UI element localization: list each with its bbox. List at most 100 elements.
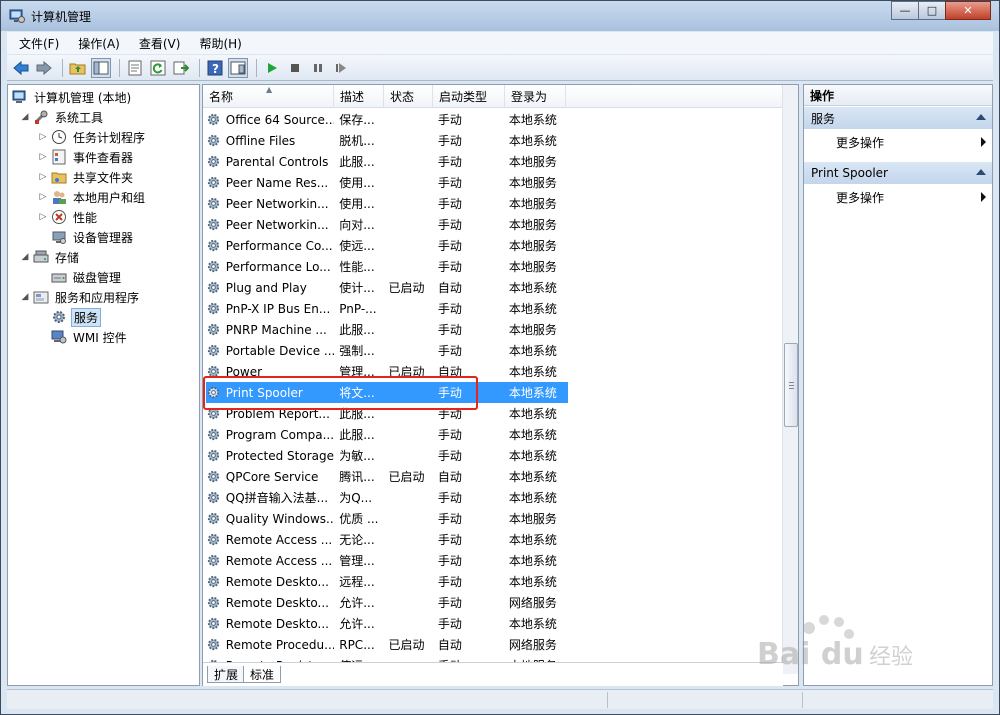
service-logon-as: 本地系统 (508, 365, 557, 379)
collapse-arrow-icon[interactable]: ◢ (20, 252, 30, 262)
table-row[interactable]: PnP-X IP Bus En... PnP-... 手动 本地系统 (206, 298, 568, 319)
maximize-button[interactable]: □ (918, 1, 946, 20)
table-row[interactable]: Program Compa... 此服... 手动 本地系统 (206, 424, 568, 445)
close-button[interactable]: ✕ (945, 1, 991, 20)
tree-node-local-users-groups[interactable]: ▷ 本地用户和组 (38, 187, 147, 207)
tree-node-task-scheduler[interactable]: ▷ 任务计划程序 (38, 127, 147, 147)
title-bar[interactable]: 计算机管理 — □ ✕ (1, 1, 999, 31)
service-gear-icon (206, 490, 222, 505)
service-logon-as: 本地系统 (508, 449, 557, 463)
service-logon-as: 本地系统 (508, 533, 557, 547)
table-row[interactable]: Performance Co... 使远... 手动 本地服务 (206, 235, 568, 256)
actions-group-print-spooler[interactable]: Print Spooler (804, 162, 992, 184)
tree-node-computer-management[interactable]: 计算机管理 (本地) (12, 87, 133, 107)
service-description: 此服... (339, 428, 375, 442)
table-row[interactable]: Remote Procedu... RPC... 已启动 自动 网络服务 (206, 634, 568, 655)
start-service-icon[interactable] (262, 58, 282, 78)
service-startup-type: 手动 (437, 533, 462, 547)
tree-node-services[interactable]: 服务 (51, 307, 102, 327)
up-folder-icon[interactable] (68, 58, 88, 78)
help-icon[interactable]: ? (205, 58, 225, 78)
expand-arrow-icon[interactable]: ▷ (38, 132, 48, 142)
table-row[interactable]: Plug and Play 使计... 已启动 自动 本地系统 (206, 277, 568, 298)
console-view-icon[interactable] (228, 57, 248, 78)
table-row[interactable]: Remote Deskto... 远程... 手动 本地系统 (206, 571, 568, 592)
service-description: 强制... (339, 344, 375, 358)
vertical-scrollbar[interactable] (782, 85, 798, 674)
table-row[interactable]: Remote Access ... 无论... 手动 本地系统 (206, 529, 568, 550)
expand-arrow-icon[interactable]: ▷ (38, 212, 48, 222)
refresh-icon[interactable] (148, 58, 168, 78)
expand-arrow-icon[interactable]: ▷ (38, 152, 48, 162)
service-startup-type: 手动 (437, 449, 462, 463)
service-startup-type: 手动 (437, 617, 462, 631)
tree-node-event-viewer[interactable]: ▷ 事件查看器 (38, 147, 135, 167)
forward-icon[interactable] (34, 58, 54, 78)
table-row[interactable]: Performance Lo... 性能... 手动 本地服务 (206, 256, 568, 277)
table-row[interactable]: Remote Access ... 管理... 手动 本地系统 (206, 550, 568, 571)
table-row[interactable]: Peer Networkin... 使用... 手动 本地服务 (206, 193, 568, 214)
column-header-logon-as[interactable]: 登录为 (505, 85, 566, 108)
collapse-triangle-icon[interactable] (976, 114, 986, 120)
table-row[interactable]: PNRP Machine ... 此服... 手动 本地服务 (206, 319, 568, 340)
tree-node-services-apps[interactable]: ◢ 服务和应用程序 (20, 287, 141, 307)
column-header-description[interactable]: 描述 (334, 85, 384, 108)
table-row[interactable]: Peer Name Res... 使用... 手动 本地服务 (206, 172, 568, 193)
table-row[interactable]: Protected Storage 为敏... 手动 本地系统 (206, 445, 568, 466)
expand-arrow-icon[interactable]: ▷ (38, 172, 48, 182)
properties-icon[interactable] (125, 58, 145, 78)
tree-node-wmi-control[interactable]: WMI 控件 (51, 327, 129, 347)
tree-node-performance[interactable]: ▷ 性能 (38, 207, 99, 227)
menu-action[interactable]: 操作(A) (66, 35, 127, 52)
service-startup-type: 手动 (437, 260, 462, 274)
tab-extended[interactable]: 扩展 (207, 666, 246, 683)
collapse-triangle-icon[interactable] (976, 169, 986, 175)
table-row[interactable]: Offline Files 脱机... 手动 本地系统 (206, 130, 568, 151)
column-header-startup-type[interactable]: 启动类型 (433, 85, 505, 108)
service-gear-icon (206, 322, 222, 337)
tree-node-disk-management[interactable]: 磁盘管理 (51, 267, 123, 287)
export-icon[interactable] (171, 58, 191, 78)
table-row[interactable]: Remote Deskto... 允许... 手动 网络服务 (206, 592, 568, 613)
table-row[interactable]: Peer Networkin... 向对... 手动 本地服务 (206, 214, 568, 235)
tab-standard[interactable]: 标准 (243, 666, 282, 683)
svg-text:?: ? (212, 62, 219, 76)
table-row[interactable]: QPCore Service 腾讯... 已启动 自动 本地系统 (206, 466, 568, 487)
restart-service-icon[interactable] (331, 58, 351, 78)
scrollbar-thumb[interactable] (784, 343, 798, 427)
table-row[interactable]: QQ拼音输入法基... 为Q... 手动 本地系统 (206, 487, 568, 508)
console-tree: 计算机管理 (本地) ◢ 系统工具 ▷ 任务计划程序 ▷ 事件查看器 ▷ 共享文… (7, 84, 200, 686)
tree-node-device-manager[interactable]: 设备管理器 (51, 227, 135, 247)
actions-group-services[interactable]: 服务 (804, 107, 992, 129)
menu-view[interactable]: 查看(V) (127, 35, 188, 52)
show-tree-icon[interactable] (91, 57, 111, 78)
more-actions-print-spooler[interactable]: 更多操作 (804, 186, 992, 208)
service-description: RPC... (339, 637, 375, 652)
tree-node-storage[interactable]: ◢ 存储 (20, 247, 81, 267)
collapse-arrow-icon[interactable]: ◢ (20, 292, 30, 302)
table-row[interactable]: Remote Deskto... 允许... 手动 本地系统 (206, 613, 568, 634)
pause-service-icon[interactable] (308, 58, 328, 78)
table-row[interactable]: Portable Device ... 强制... 手动 本地系统 (206, 340, 568, 361)
back-icon[interactable] (11, 58, 31, 78)
menu-help[interactable]: 帮助(H) (187, 35, 248, 52)
table-row[interactable]: Quality Windows... 优质 ... 手动 本地服务 (206, 508, 568, 529)
collapse-arrow-icon[interactable]: ◢ (20, 112, 30, 122)
status-bar (7, 689, 993, 709)
expand-arrow-icon[interactable]: ▷ (38, 192, 48, 202)
table-row[interactable]: Parental Controls 此服... 手动 本地服务 (206, 151, 568, 172)
table-row[interactable]: Office 64 Source... 保存... 手动 本地系统 (206, 109, 568, 130)
minimize-button[interactable]: — (891, 1, 919, 20)
shared-folder-icon (51, 169, 67, 185)
stop-service-icon[interactable] (285, 58, 305, 78)
column-header-status[interactable]: 状态 (384, 85, 433, 108)
tree-node-shared-folders[interactable]: ▷ 共享文件夹 (38, 167, 135, 187)
menu-file[interactable]: 文件(F) (7, 35, 66, 52)
service-logon-as: 本地服务 (508, 512, 557, 526)
more-actions-services[interactable]: 更多操作 (804, 131, 992, 153)
service-logon-as: 本地系统 (508, 386, 557, 400)
service-gear-icon (206, 301, 222, 316)
tree-node-system-tools[interactable]: ◢ 系统工具 (20, 107, 105, 127)
service-description: 此服... (339, 155, 375, 169)
tree-label: 事件查看器 (73, 150, 134, 165)
